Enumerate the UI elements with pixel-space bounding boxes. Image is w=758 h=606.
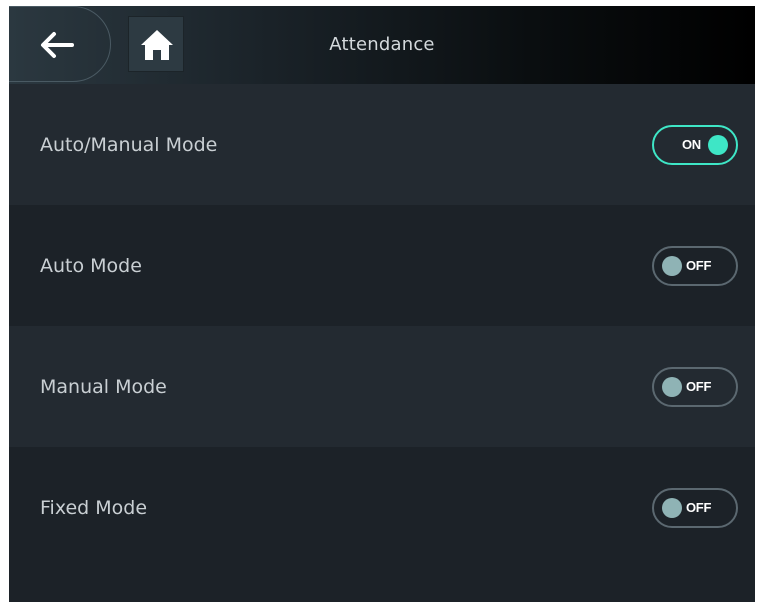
manual-mode-toggle[interactable]: OFF: [652, 366, 738, 407]
toggle-state-text: OFF: [686, 378, 712, 394]
setting-row-auto-manual-mode: Auto/Manual Mode ON: [9, 84, 755, 205]
toggle-knob: [708, 134, 728, 155]
toggle-knob: [662, 376, 682, 397]
setting-label: Auto/Manual Mode: [40, 133, 218, 156]
bottom-area: [9, 568, 755, 602]
setting-row-auto-mode: Auto Mode OFF: [9, 205, 755, 326]
toggle-state-text: OFF: [686, 499, 712, 515]
page-title: Attendance: [329, 34, 435, 55]
setting-label: Manual Mode: [40, 375, 167, 398]
attendance-screen: Attendance Auto/Manual Mode ON Auto Mode…: [9, 6, 755, 602]
auto-mode-toggle[interactable]: OFF: [652, 245, 738, 286]
settings-list: Auto/Manual Mode ON Auto Mode OFF Manual…: [9, 84, 755, 568]
toggle-knob: [662, 497, 682, 518]
toggle-knob: [662, 255, 682, 276]
fixed-mode-toggle[interactable]: OFF: [652, 487, 738, 528]
setting-label: Fixed Mode: [40, 496, 148, 519]
top-bar: Attendance: [9, 6, 755, 84]
setting-label: Auto Mode: [40, 254, 142, 277]
auto-manual-mode-toggle[interactable]: ON: [652, 124, 738, 165]
setting-row-fixed-mode: Fixed Mode OFF: [9, 447, 755, 568]
setting-row-manual-mode: Manual Mode OFF: [9, 326, 755, 447]
toggle-state-text: ON: [682, 136, 701, 152]
toggle-state-text: OFF: [686, 257, 712, 273]
